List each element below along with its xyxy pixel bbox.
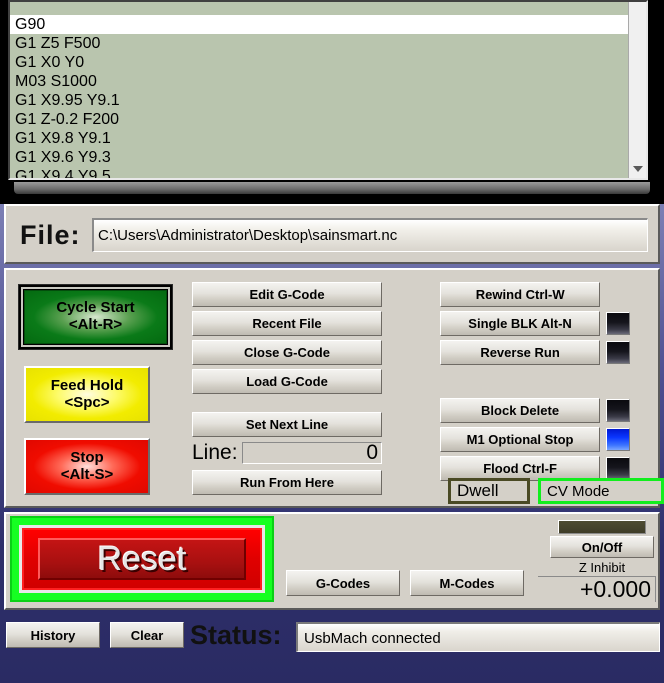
stop-label: Stop [70,448,104,466]
gcode-action-button[interactable]: Recent File [192,311,382,336]
gcode-line[interactable]: G1 X9.8 Y9.1 [10,129,628,148]
gcode-scrollbar[interactable] [628,2,646,178]
gcode-line[interactable]: M03 S1000 [10,72,628,91]
feed-hold-label: Feed Hold [50,376,124,394]
m-codes-button[interactable]: M-Codes [410,570,524,596]
toggle-button[interactable]: Rewind Ctrl-W [440,282,601,307]
gcode-line[interactable]: G1 Z5 F500 [10,34,628,53]
line-number-row: Line: 0 [192,440,382,466]
cycle-start-shortcut: <Alt-R> [68,316,123,333]
gcode-action-button[interactable]: Close G-Code [192,340,382,365]
cycle-start-label: Cycle Start [56,299,135,317]
status-label: Status: [190,620,282,650]
z-inhibit-value[interactable]: +0.000 [538,576,656,602]
clear-button[interactable]: Clear [110,622,184,648]
gcode-line[interactable]: G1 X0 Y0 [10,53,628,72]
toggle-row: Block Delete [440,398,630,423]
file-label: File: [20,220,81,250]
run-from-here-button[interactable]: Run From Here [192,470,382,495]
run-mode-buttons: Rewind Ctrl-W Single BLK Alt-N Reverse Run [440,282,630,369]
cycle-start-face: Cycle Start <Alt-R> [24,290,167,344]
toggle-button[interactable]: Single BLK Alt-N [440,311,601,336]
gcode-line[interactable]: G90 [10,15,628,34]
gcode-line[interactable]: G1 X9.4 Y9.5 [10,167,628,178]
gcode-file-buttons: Edit G-Code Recent File Close G-Code Load G… [192,282,382,398]
status-led-icon[interactable] [606,399,630,422]
set-next-line-button[interactable]: Set Next Line [192,412,382,437]
g-codes-button[interactable]: G-Codes [286,570,400,596]
toggle-row: M1 Optional Stop [440,427,630,452]
z-inhibit-status-bar [558,520,646,534]
feed-hold-shortcut: <Spc> [64,393,110,411]
reset-button[interactable]: Reset [10,516,274,602]
reset-button-face: Reset [22,528,262,590]
status-led-icon[interactable] [606,341,630,364]
gcode-list[interactable]: G90 G1 Z5 F500 G1 X0 Y0 M03 S1000 G1 X9.95 Y… [10,2,628,178]
gcode-line[interactable]: G1 Z-0.2 F200 [10,110,628,129]
gcode-action-button[interactable]: Edit G-Code [192,282,382,307]
line-number-value[interactable]: 0 [241,442,382,464]
file-path-field[interactable]: C:\Users\Administrator\Desktop\sainsmart… [92,218,648,252]
gcode-panel-shelf-highlight [14,182,650,194]
toggle-row: Rewind Ctrl-W [440,282,630,307]
z-inhibit-onoff-button[interactable]: On/Off [550,536,654,558]
status-led-icon[interactable] [606,457,630,480]
toggle-button[interactable]: Reverse Run [440,340,601,365]
stop-shortcut: <Alt-S> [60,465,114,483]
cv-mode-indicator[interactable]: CV Mode [538,478,664,504]
toggle-row: Single BLK Alt-N [440,311,630,336]
cycle-start-button[interactable]: Cycle Start <Alt-R> [18,284,173,350]
dwell-indicator[interactable]: Dwell [448,478,530,504]
toggle-button[interactable]: M1 Optional Stop [440,427,601,452]
option-toggle-buttons: Block Delete M1 Optional Stop Flood Ctrl-F [440,398,630,485]
gcode-display-area: G90 G1 Z5 F500 G1 X0 Y0 M03 S1000 G1 X9.95 Y… [0,0,664,192]
line-label: Line: [192,441,238,464]
main-control-panel: Cycle Start <Alt-R> Feed Hold <Spc> Stop… [4,268,664,508]
status-message-field: UsbMach connected [296,622,660,652]
gcode-action-button[interactable]: Load G-Code [192,369,382,394]
toggle-row: Reverse Run [440,340,630,365]
file-panel: File: C:\Users\Administrator\Desktop\sai… [4,204,660,264]
stop-button[interactable]: Stop <Alt-S> [24,438,150,495]
reset-inner-frame: Reset [19,525,265,593]
gcode-list-frame: G90 G1 Z5 F500 G1 X0 Y0 M03 S1000 G1 X9.95 Y… [8,0,648,180]
gcode-line[interactable]: G1 X9.95 Y9.1 [10,91,628,110]
bottom-panel: Reset G-Codes M-Codes On/Off Z Inhibit +… [4,512,660,610]
status-led-icon[interactable] [606,428,630,451]
status-bar: History Clear Status: UsbMach connected [0,620,664,654]
status-led-icon[interactable] [606,312,630,335]
z-inhibit-label: Z Inhibit [578,560,626,575]
scroll-down-icon[interactable] [629,161,646,176]
toggle-button[interactable]: Block Delete [440,398,601,423]
led-placeholder [606,283,630,306]
reset-label: Reset [38,537,246,581]
feed-hold-button[interactable]: Feed Hold <Spc> [24,366,150,423]
mach3-control-window: G90 G1 Z5 F500 G1 X0 Y0 M03 S1000 G1 X9.95 Y… [0,0,664,683]
history-button[interactable]: History [6,622,100,648]
gcode-line[interactable]: G1 X9.6 Y9.3 [10,148,628,167]
